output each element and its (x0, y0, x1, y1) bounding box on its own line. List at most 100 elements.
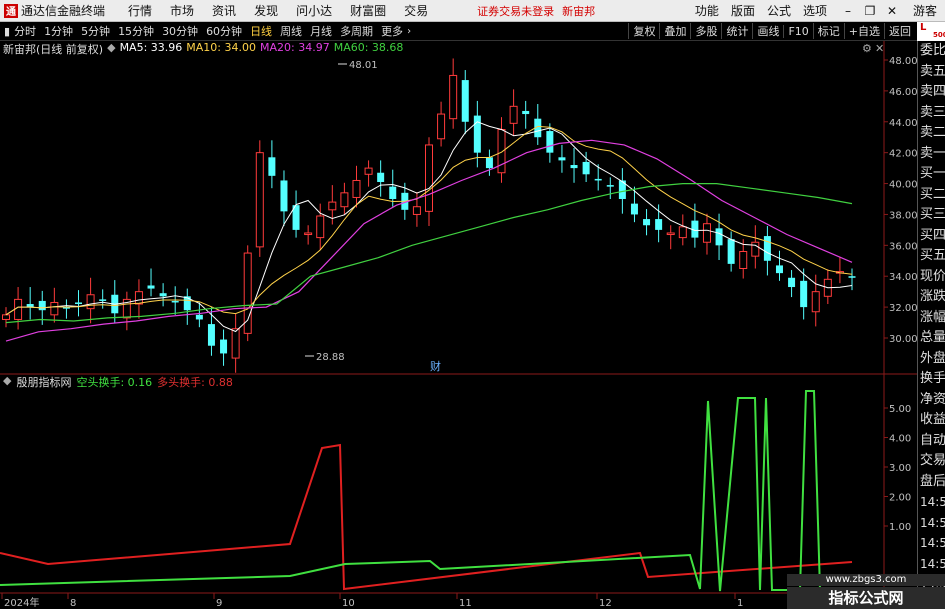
quote-panel-item[interactable]: 卖一 (918, 144, 945, 165)
minimize-icon[interactable]: – (837, 4, 859, 18)
btn-huaxian[interactable]: 画线 (752, 23, 783, 39)
trade-login-warning[interactable]: 证券交易未登录 (477, 3, 554, 19)
menu-gongshi[interactable]: 公式 (761, 2, 797, 19)
period-multi[interactable]: 多周期 (336, 23, 377, 39)
quote-panel-item[interactable]: 卖三 (918, 103, 945, 124)
period-15min[interactable]: 15分钟 (114, 23, 158, 39)
btn-back[interactable]: 返回 (884, 23, 915, 39)
menu-faxian[interactable]: 发现 (245, 2, 287, 19)
quote-panel-item[interactable]: 总量 (918, 328, 945, 349)
menu-wenxiaoda[interactable]: 问小达 (287, 2, 341, 19)
title-bar: 通 通达信金融终端 行情 市场 资讯 发现 问小达 财富圈 交易 证券交易未登录… (0, 0, 945, 22)
indicator-tick-label: 1.00 (889, 522, 911, 533)
quote-panel: 委比 卖五 卖四 卖三 卖二 卖一 买一 买二 买三 买四 买五 现价 涨跌 涨幅 总量 外盘 换手 净资 收益 自动… (917, 41, 945, 609)
btn-f10[interactable]: F10 (783, 24, 812, 38)
candle-body (159, 293, 167, 297)
finance-event-marker[interactable]: 财 (430, 359, 441, 373)
menu-xuanxiang[interactable]: 选项 (797, 2, 833, 19)
menu-caifuquan[interactable]: 财富圈 (341, 2, 395, 19)
quote-panel-item[interactable]: 买三 (918, 205, 945, 226)
guest-login[interactable]: 游客 (913, 2, 945, 19)
watermark: 指标公式网 www.zbgs3.com (787, 574, 945, 609)
quote-panel-item[interactable]: 净资 (918, 390, 945, 411)
candle-body (558, 157, 566, 161)
candle-body (788, 277, 796, 288)
quote-panel-item[interactable]: 收益 (918, 410, 945, 431)
quote-panel-item[interactable]: 14:56 (918, 554, 945, 575)
btn-add-watchlist[interactable]: +自选 (843, 23, 884, 39)
close-icon[interactable]: ✕ (881, 4, 903, 18)
quote-panel-item[interactable]: 买四 (918, 226, 945, 247)
quote-panel-item[interactable]: 盘后 (918, 472, 945, 493)
quote-panel-item[interactable]: 现价 (918, 267, 945, 288)
period-more[interactable]: 更多 (377, 23, 407, 39)
quote-panel-item[interactable]: 外盘 (918, 349, 945, 370)
quote-panel-item[interactable]: 卖四 (918, 82, 945, 103)
menu-banmian[interactable]: 版面 (725, 2, 761, 19)
period-daily[interactable]: 日线 (246, 23, 276, 39)
quote-panel-item[interactable]: 自动 (918, 431, 945, 452)
candle-body (848, 276, 856, 278)
candle-body (702, 223, 711, 243)
candle-body (739, 251, 748, 269)
quote-panel-item[interactable]: 交易 (918, 451, 945, 472)
ma20-value: MA20: 34.97 (260, 41, 330, 54)
indicator-dot-icon[interactable]: ◆ (3, 374, 11, 388)
btn-duogu[interactable]: 多股 (690, 23, 721, 39)
candle-body (582, 161, 590, 175)
more-chevron-icon[interactable]: › (407, 26, 411, 37)
quote-panel-item[interactable]: 委比 (918, 41, 945, 62)
period-monthly[interactable]: 月线 (306, 23, 336, 39)
candle-body (207, 324, 215, 346)
candle-body (38, 300, 46, 311)
quote-panel-item[interactable]: 换手 (918, 369, 945, 390)
candle-body (630, 203, 638, 215)
chart-area[interactable]: 48.00 46.00 44.00 42.00 40.00 38.00 36.00 34.00… (0, 41, 917, 609)
chart-close-icon[interactable]: ✕ (875, 42, 884, 55)
candle-body (473, 115, 481, 153)
btn-diejia[interactable]: 叠加 (659, 23, 690, 39)
level-badge[interactable]: L 500 (917, 22, 945, 41)
period-weekly[interactable]: 周线 (276, 23, 306, 39)
btn-tongji[interactable]: 统计 (721, 23, 752, 39)
settings-dot-icon[interactable]: ◆ (107, 41, 115, 55)
quote-panel-item[interactable]: 涨跌 (918, 287, 945, 308)
x-tick-label: 11 (459, 598, 472, 609)
menu-shichang[interactable]: 市场 (161, 2, 203, 19)
candle-body (811, 291, 820, 313)
btn-biaoji[interactable]: 标记 (812, 23, 844, 39)
quote-panel-item[interactable]: 卖五 (918, 62, 945, 83)
quote-panel-item[interactable]: 14:56 (918, 492, 945, 513)
menu-zixun[interactable]: 资讯 (203, 2, 245, 19)
candle-body (509, 105, 518, 124)
restore-icon[interactable]: ❐ (859, 4, 881, 18)
btn-fuquan[interactable]: 复权 (628, 23, 659, 39)
period-fenshi[interactable]: 分时 (10, 23, 40, 39)
candle-body (14, 298, 23, 320)
quote-panel-item[interactable]: 卖二 (918, 123, 945, 144)
candle-body (171, 300, 179, 303)
indicator-tick-label: 3.00 (889, 463, 911, 474)
level-letter: L (920, 22, 927, 33)
candle-body (99, 299, 107, 301)
toggle-sidebar-icon[interactable]: ▮ (0, 25, 10, 38)
ma-legend: 新宙邦(日线 前复权) ◆ MA5: 33.96 MA10: 34.00 MA2… (0, 41, 403, 56)
quote-panel-item[interactable]: 买五 (918, 246, 945, 267)
period-5min[interactable]: 5分钟 (77, 23, 114, 39)
candle-body (522, 110, 530, 115)
chart-settings-gear-icon[interactable]: ⚙ (862, 42, 872, 55)
candle-body (316, 215, 325, 239)
candle-body (134, 291, 143, 305)
quote-panel-item[interactable]: 14:56 (918, 533, 945, 554)
period-30min[interactable]: 30分钟 (158, 23, 202, 39)
quote-panel-item[interactable]: 涨幅 (918, 308, 945, 329)
period-60min[interactable]: 60分钟 (202, 23, 246, 39)
quote-panel-item[interactable]: 买二 (918, 185, 945, 206)
quote-panel-item[interactable]: 14:56 (918, 513, 945, 534)
menu-gongneng[interactable]: 功能 (689, 2, 725, 19)
watermark-text: 指标公式网 (828, 589, 904, 607)
menu-hangqing[interactable]: 行情 (119, 2, 161, 19)
period-1min[interactable]: 1分钟 (40, 23, 77, 39)
quote-panel-item[interactable]: 买一 (918, 164, 945, 185)
menu-jiaoyi[interactable]: 交易 (395, 2, 437, 19)
